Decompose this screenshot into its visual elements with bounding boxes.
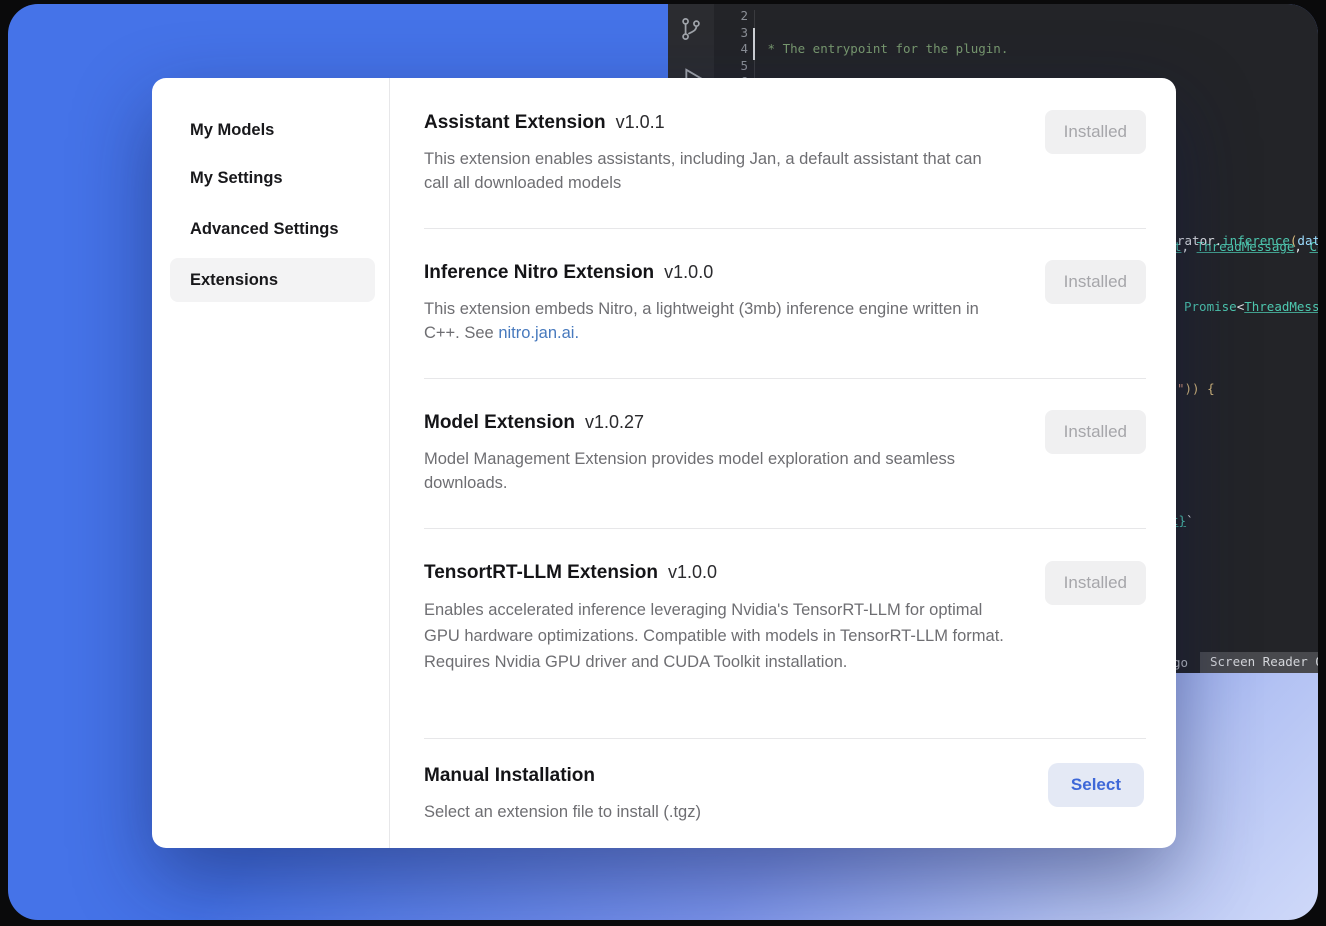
sidebar-item-advanced-settings[interactable]: Advanced Settings bbox=[170, 207, 375, 251]
sidebar-item-my-models[interactable]: My Models bbox=[170, 108, 375, 152]
screenshot-frame: 2 3 4 5 6 * The entrypoint for the plugi… bbox=[8, 4, 1318, 920]
installed-badge: Installed bbox=[1045, 260, 1146, 304]
sidebar-item-label: Advanced Settings bbox=[190, 220, 339, 239]
manual-installation-title: Manual Installation bbox=[424, 762, 595, 789]
code-fragment-promise: Promise<ThreadMessage> bbox=[1184, 299, 1318, 314]
extension-version: v1.0.1 bbox=[616, 112, 665, 132]
nitro-jan-ai-link[interactable]: nitro.jan.ai. bbox=[498, 324, 579, 342]
extension-title: Assistant Extensionv1.0.1 bbox=[424, 109, 665, 136]
sidebar-item-label: Extensions bbox=[190, 271, 278, 290]
code-fragment-inference: rator.inference(data)); bbox=[1177, 233, 1318, 248]
extension-description: Enables accelerated inference leveraging… bbox=[424, 597, 1009, 675]
select-file-button[interactable]: Select bbox=[1048, 763, 1144, 807]
code-fragment-brace: ")) { bbox=[1177, 381, 1215, 396]
extension-version: v1.0.27 bbox=[585, 412, 644, 432]
installed-badge: Installed bbox=[1045, 561, 1146, 605]
extensions-list: Assistant Extensionv1.0.1 This extension… bbox=[424, 78, 1146, 848]
screen-reader-optimized-chip[interactable]: Screen Reader Optimized bbox=[1200, 652, 1318, 673]
code-line-2: * The entrypoint for the plugin. bbox=[760, 41, 1318, 58]
row-divider bbox=[424, 228, 1146, 229]
settings-modal: My Models My Settings Advanced Settings … bbox=[152, 78, 1176, 848]
extension-title: TensortRT-LLM Extensionv1.0.0 bbox=[424, 559, 717, 586]
extension-title: Model Extensionv1.0.27 bbox=[424, 409, 644, 436]
extension-description: This extension enables assistants, inclu… bbox=[424, 147, 1009, 195]
sidebar-item-label: My Models bbox=[190, 121, 274, 140]
sidebar-item-extensions[interactable]: Extensions bbox=[170, 258, 375, 302]
extension-version: v1.0.0 bbox=[668, 562, 717, 582]
row-divider bbox=[424, 378, 1146, 379]
extension-description: This extension embeds Nitro, a lightweig… bbox=[424, 297, 1009, 345]
manual-installation-description: Select an extension file to install (.tg… bbox=[424, 800, 1009, 824]
extension-title: Inference Nitro Extensionv1.0.0 bbox=[424, 259, 713, 286]
sidebar-item-my-settings[interactable]: My Settings bbox=[170, 156, 375, 200]
extension-description: Model Management Extension provides mode… bbox=[424, 447, 1009, 495]
installed-badge: Installed bbox=[1045, 410, 1146, 454]
sidebar-item-label: My Settings bbox=[190, 169, 283, 188]
settings-sidebar: My Models My Settings Advanced Settings … bbox=[152, 78, 390, 848]
installed-badge: Installed bbox=[1045, 110, 1146, 154]
text-cursor bbox=[753, 28, 755, 60]
row-divider bbox=[424, 528, 1146, 529]
row-divider bbox=[424, 738, 1146, 739]
extension-version: v1.0.0 bbox=[664, 262, 713, 282]
source-control-icon[interactable] bbox=[678, 16, 704, 42]
